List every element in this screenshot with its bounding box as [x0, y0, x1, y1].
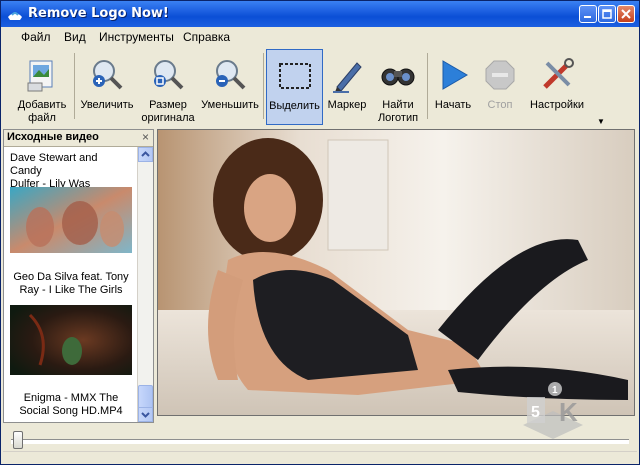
play-icon	[442, 60, 468, 90]
source-videos-panel: Исходные видео × Dave Stewart and Candy …	[3, 129, 154, 423]
timeline-track[interactable]	[11, 439, 629, 444]
marker-tool-label: Маркер	[327, 99, 367, 111]
stop-label: Стоп	[487, 99, 513, 111]
toolbar: Добавитьфайл Увеличить Размероригинала	[11, 47, 603, 129]
start-label: Начать	[434, 99, 472, 111]
scroll-down-button[interactable]	[138, 407, 153, 422]
original-size-label-line2: оригинала	[141, 112, 195, 124]
video-title-line2: Social Song HD.MP4	[19, 405, 123, 417]
video-list-item[interactable]: Geo Da Silva feat. Tony Ray - I Like The…	[10, 271, 132, 297]
add-file-button[interactable]: Добавить файл	[13, 49, 71, 125]
video-title-line1: Dave Stewart and Candy	[10, 152, 98, 177]
window-title: Remove Logo Now!	[28, 6, 169, 21]
original-size-icon	[154, 60, 184, 90]
binoculars-icon	[381, 68, 415, 86]
watermark-left-digit: 5	[531, 404, 540, 421]
watermark-top-digit: 1	[552, 385, 558, 396]
marker-tool-button[interactable]: Маркер	[325, 49, 369, 125]
video-thumbnail[interactable]	[10, 305, 132, 375]
video-list-item[interactable]: Enigma - MMX The Social Song HD.MP4	[10, 392, 132, 418]
menu-help[interactable]: Справка	[183, 30, 230, 44]
toolbar-separator	[74, 53, 75, 119]
video-title-line2: Ray - I Like The Girls	[19, 284, 123, 296]
menu-tools[interactable]: Инструменты	[99, 30, 174, 44]
close-icon	[621, 9, 631, 19]
zoom-out-label: Уменьшить	[201, 99, 259, 111]
find-logo-label-line2: Логотип	[377, 112, 419, 124]
find-logo-label-line1: Найти	[382, 99, 414, 111]
stop-octagon-icon	[485, 60, 515, 90]
add-file-label: Добавить файл	[13, 99, 71, 125]
selection-rect-icon	[278, 63, 311, 89]
close-button[interactable]	[617, 5, 635, 23]
start-button[interactable]: Начать	[429, 49, 477, 125]
video-thumbnail[interactable]	[10, 187, 132, 253]
zoom-out-icon	[216, 60, 246, 90]
zoom-out-button[interactable]: Уменьшить	[199, 49, 261, 125]
chevron-up-icon	[141, 151, 150, 157]
zoom-in-label: Увеличить	[80, 99, 134, 111]
add-file-label-line2: файл	[28, 112, 56, 124]
panel-title: Исходные видео	[7, 131, 99, 143]
menu-file[interactable]: Файл	[21, 30, 51, 44]
watermark-right-letter: K	[559, 397, 578, 427]
menu-bar: Файл Вид Инструменты Справка	[13, 27, 633, 47]
add-file-label-line1: Добавить	[17, 99, 67, 111]
title-bar[interactable]: Remove Logo Now!	[1, 1, 639, 27]
video-title-line1: Enigma - MMX The	[23, 392, 119, 404]
maximize-button[interactable]	[598, 5, 616, 23]
video-preview[interactable]	[157, 129, 635, 416]
original-size-label: Размер оригинала	[139, 99, 197, 125]
maximize-icon	[602, 9, 612, 19]
zoom-in-icon	[93, 60, 123, 90]
panel-scrollbar[interactable]	[137, 147, 153, 422]
zoom-in-button[interactable]: Увеличить	[77, 49, 137, 125]
panel-header: Исходные видео ×	[4, 130, 153, 147]
original-size-label-line1: Размер	[149, 99, 187, 111]
panel-close-icon[interactable]: ×	[142, 130, 149, 144]
preview-image	[158, 130, 634, 415]
marker-pen-icon	[333, 62, 362, 93]
find-logo-button[interactable]: Найти Логотип	[371, 49, 425, 125]
original-size-button[interactable]: Размер оригинала	[139, 49, 197, 125]
settings-label: Настройки	[530, 99, 584, 111]
app-window: Remove Logo Now! Файл Вид Инструменты Сп…	[0, 0, 640, 465]
app-icon	[8, 12, 22, 20]
tools-settings-icon	[543, 58, 574, 89]
minimize-button[interactable]	[579, 5, 597, 23]
select-tool-label: Выделить	[269, 100, 320, 112]
timeline-slider[interactable]	[5, 429, 635, 451]
find-logo-label: Найти Логотип	[371, 99, 425, 125]
scroll-up-button[interactable]	[138, 147, 153, 162]
settings-button[interactable]: Настройки	[525, 49, 589, 125]
select-tool-button[interactable]: Выделить	[266, 49, 323, 125]
timeline-knob[interactable]	[13, 431, 23, 449]
toolbar-separator	[427, 53, 428, 119]
menu-view[interactable]: Вид	[64, 30, 86, 44]
stop-button[interactable]: Стоп	[479, 49, 521, 125]
status-bar	[3, 451, 637, 464]
add-file-icon	[27, 60, 53, 92]
toolbar-separator	[263, 53, 264, 119]
chevron-down-icon	[141, 412, 150, 418]
video-title-line1: Geo Da Silva feat. Tony	[13, 271, 129, 283]
minimize-icon	[584, 16, 591, 18]
toolbar-overflow-icon[interactable]: ▼	[597, 117, 605, 126]
